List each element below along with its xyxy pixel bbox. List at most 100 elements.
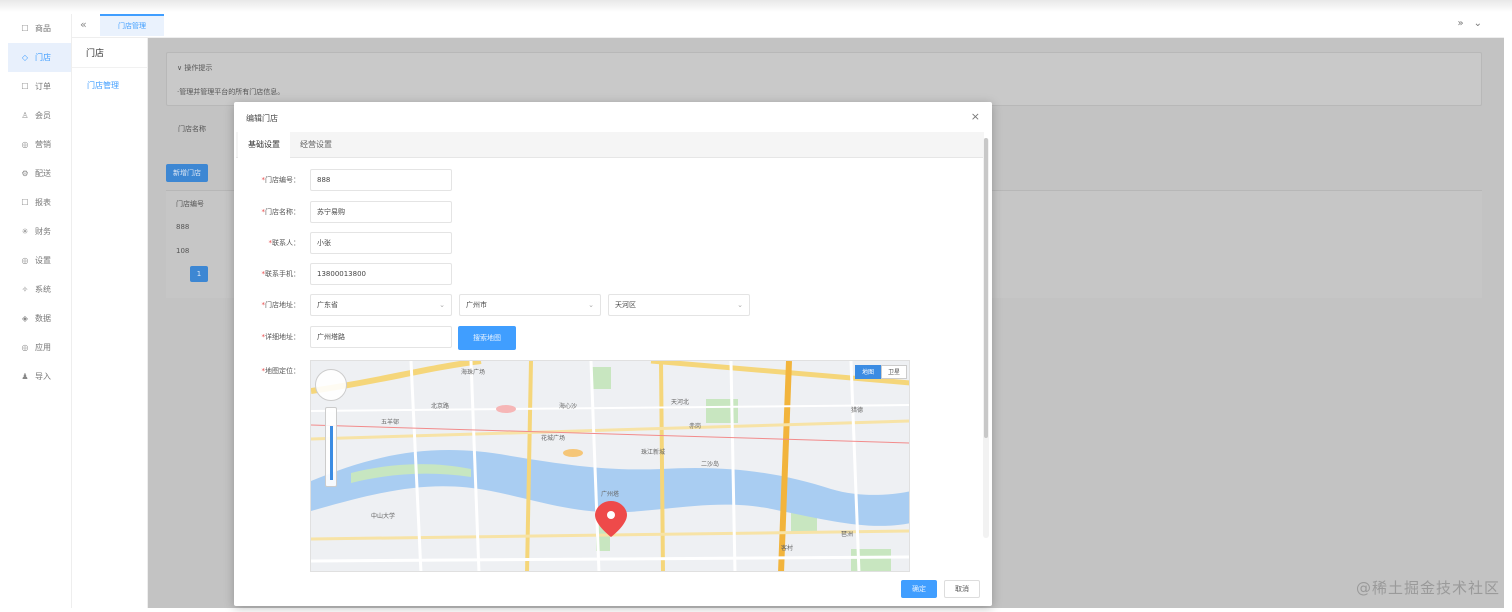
delivery-icon: ⚙ xyxy=(21,169,29,178)
address-label: *门店地址： xyxy=(261,301,301,309)
goods-icon: ☐ xyxy=(21,24,29,33)
sidebar-item-system[interactable]: ✧ 系统 xyxy=(8,275,71,304)
dialog-title: 编辑门店 xyxy=(246,114,278,123)
store-icon: ◇ xyxy=(21,53,29,62)
sidebar-item-delivery[interactable]: ⚙ 配送 xyxy=(8,159,71,188)
sidebar-item-app[interactable]: ◎ 应用 xyxy=(8,333,71,362)
table-row[interactable]: 108 xyxy=(176,247,189,255)
province-select[interactable]: 广东省 ⌄ xyxy=(310,294,452,316)
sidebar-item-label: 财务 xyxy=(35,227,51,236)
chevron-down-icon: ⌄ xyxy=(439,301,445,309)
detail-address-label: *详细地址： xyxy=(261,333,301,341)
sidebar-item-member[interactable]: ♙ 会员 xyxy=(8,101,71,130)
phone-label: *联系手机： xyxy=(261,270,301,278)
sidebar-item-label: 营销 xyxy=(35,140,51,149)
pagination-current-page[interactable]: 1 xyxy=(190,266,208,282)
table-row[interactable]: 888 xyxy=(176,223,189,231)
sidebar-item-label: 商品 xyxy=(35,24,51,33)
sidebar-item-import[interactable]: ♟ 导入 xyxy=(8,362,71,391)
marketing-icon: ◎ xyxy=(21,140,29,149)
sidebar-item-store[interactable]: ◇ 门店 xyxy=(8,43,71,72)
map-place-label: 花城广场 xyxy=(541,435,566,442)
chevron-down-icon: ⌄ xyxy=(588,301,594,309)
scrollbar-thumb[interactable] xyxy=(984,138,988,438)
sidebar-item-label: 订单 xyxy=(35,82,51,91)
store-name-input[interactable]: 苏宁易购 xyxy=(310,201,452,223)
map-canvas[interactable] xyxy=(311,361,910,572)
map-place-label: 海珠广场 xyxy=(461,369,486,376)
map-zoom-level xyxy=(330,426,333,480)
collapse-sidebar-icon[interactable]: « xyxy=(80,18,87,31)
edit-store-dialog: 编辑门店 × 基础设置 经营设置 *门店编号： 888 *门店名称： 苏宁易购 … xyxy=(234,102,992,606)
district-select[interactable]: 天河区 ⌄ xyxy=(608,294,750,316)
map-place-label: 珠江新城 xyxy=(641,449,666,456)
sub-sidebar-title: 门店 xyxy=(72,40,147,68)
sub-sidebar: 门店 门店管理 xyxy=(72,14,148,608)
member-icon: ♙ xyxy=(21,111,29,120)
order-icon: ☐ xyxy=(21,82,29,91)
contact-input[interactable]: 小张 xyxy=(310,232,452,254)
tab-store-management[interactable]: 门店管理 xyxy=(100,14,164,36)
cancel-button[interactable]: 取消 xyxy=(944,580,980,598)
sidebar-item-report[interactable]: ☐ 报表 xyxy=(8,188,71,217)
search-store-name-label: 门店名称 xyxy=(178,125,206,133)
sidebar-item-goods[interactable]: ☐ 商品 xyxy=(8,14,71,43)
sidebar-item-settings[interactable]: ◎ 设置 xyxy=(8,246,71,275)
map-pan-control[interactable] xyxy=(315,369,347,401)
sidebar-item-label: 导入 xyxy=(35,372,51,381)
tab-business-settings[interactable]: 经营设置 xyxy=(300,132,332,158)
ok-button[interactable]: 确定 xyxy=(901,580,937,598)
sidebar-item-label: 应用 xyxy=(35,343,51,352)
contact-label: *联系人： xyxy=(268,239,301,247)
store-name-label: *门店名称： xyxy=(261,208,301,216)
map-zoom-slider[interactable] xyxy=(325,407,337,487)
sidebar-item-label: 会员 xyxy=(35,111,51,120)
sidebar-item-label: 配送 xyxy=(35,169,51,178)
sidebar-item-label: 门店 xyxy=(35,53,51,62)
map-place-label: 猎德 xyxy=(851,407,864,414)
store-no-input[interactable]: 888 xyxy=(310,169,452,191)
map-place-label: 广州塔 xyxy=(601,491,620,498)
sidebar-item-label: 数据 xyxy=(35,314,51,323)
top-shadow xyxy=(0,0,1512,12)
sidebar-item-label: 设置 xyxy=(35,256,51,265)
sidebar-item-label: 报表 xyxy=(35,198,51,207)
tab-bar: « 门店管理 »⌄ xyxy=(72,12,1504,38)
sidebar-item-marketing[interactable]: ◎ 营销 xyxy=(8,130,71,159)
tips-panel: ∨ 操作提示 ·管理并管理平台的所有门店信息。 xyxy=(166,52,1482,106)
close-icon[interactable]: × xyxy=(971,110,980,123)
tab-basic-settings[interactable]: 基础设置 xyxy=(238,132,290,158)
map-place-label: 海心沙 xyxy=(559,403,578,410)
map-type-switch: 地图 卫星 xyxy=(854,365,907,379)
tips-panel-desc: ·管理并管理平台的所有门店信息。 xyxy=(177,88,285,96)
watermark: @稀土掘金技术社区 xyxy=(1355,579,1500,597)
dialog-scrollbar[interactable] xyxy=(983,138,989,538)
map-place-label: 赤岗 xyxy=(689,423,702,430)
add-store-button[interactable]: 新增门店 xyxy=(166,164,208,182)
chevron-down-icon: ⌄ xyxy=(737,301,743,309)
map-place-label: 中山大学 xyxy=(371,513,396,520)
map-place-label: 北京路 xyxy=(431,403,450,410)
detail-address-input[interactable]: 广州塔路 xyxy=(310,326,452,348)
data-icon: ◈ xyxy=(21,314,29,323)
map-view[interactable]: 海珠广场 北京路 五羊邨 花城广场 广州塔 中山大学 珠江新城 天河北 海心沙 二沙岛 猎德 客村 赤岗… xyxy=(310,360,910,572)
map-place-label: 琶洲 xyxy=(841,531,854,538)
report-icon: ☐ xyxy=(21,198,29,207)
sidebar-item-order[interactable]: ☐ 订单 xyxy=(8,72,71,101)
import-icon: ♟ xyxy=(21,372,29,381)
sidebar-item-data[interactable]: ◈ 数据 xyxy=(8,304,71,333)
settings-icon: ◎ xyxy=(21,256,29,265)
search-map-button[interactable]: 搜索地图 xyxy=(458,326,516,350)
main-sidebar: ☐ 商品 ◇ 门店 ☐ 订单 ♙ 会员 ◎ 营销 ⚙ 配送 ☐ 报表 ✳ 财务 ◎ 设置 ✧ 系统 ◈ 数据 ◎ 应用 ♟ 导入 xyxy=(8,14,72,608)
sidebar-item-finance[interactable]: ✳ 财务 xyxy=(8,217,71,246)
phone-input[interactable]: 13800013800 xyxy=(310,263,452,285)
tab-scroll-controls-icon[interactable]: »⌄ xyxy=(1458,18,1493,29)
map-type-map[interactable]: 地图 xyxy=(854,365,881,379)
sub-sidebar-item-store-management[interactable]: 门店管理 xyxy=(72,68,147,91)
city-select[interactable]: 广州市 ⌄ xyxy=(459,294,601,316)
tips-panel-title[interactable]: ∨ 操作提示 xyxy=(177,63,212,73)
finance-icon: ✳ xyxy=(21,227,29,236)
map-place-label: 天河北 xyxy=(671,399,690,406)
map-type-satellite[interactable]: 卫星 xyxy=(880,365,907,379)
table-header: 门店编号 xyxy=(176,200,204,208)
